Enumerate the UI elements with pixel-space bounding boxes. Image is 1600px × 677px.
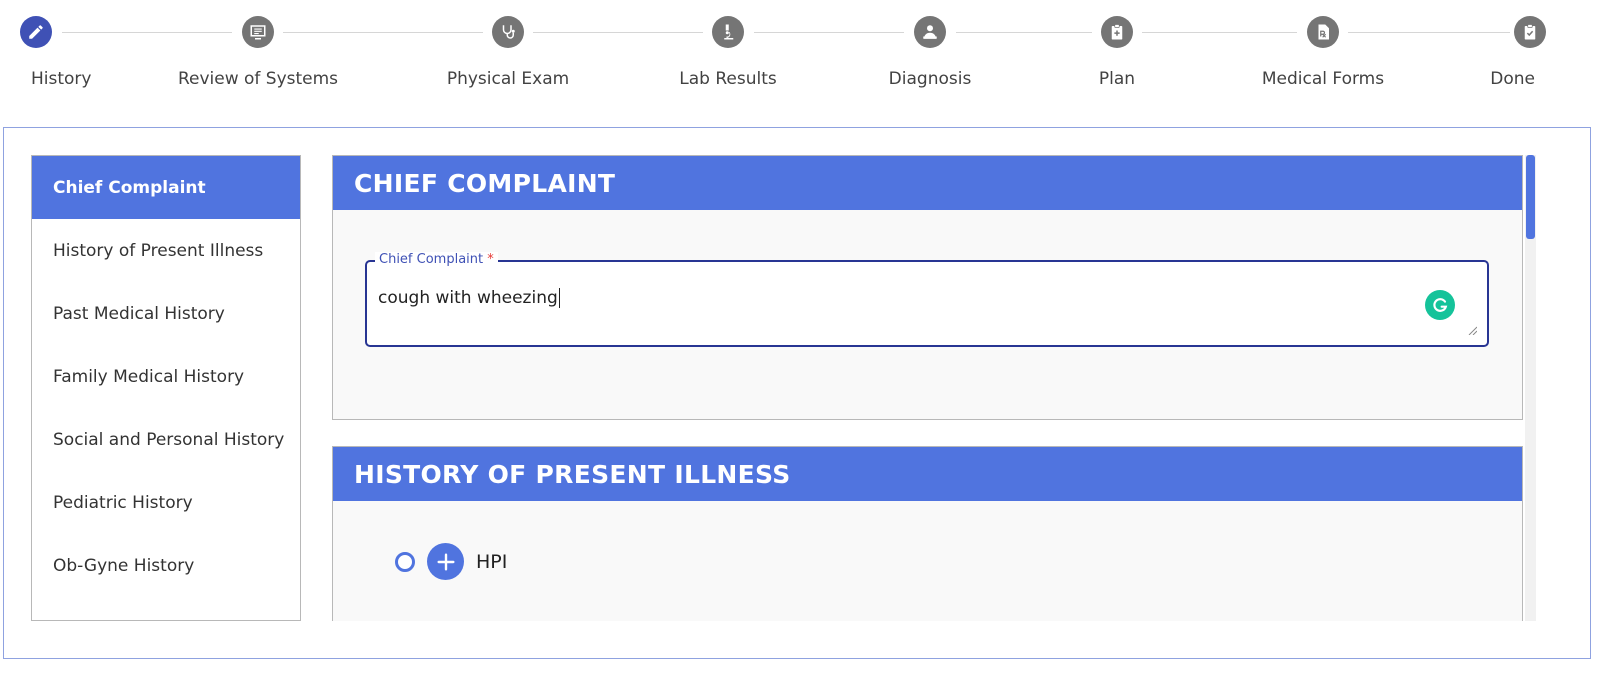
- pencil-icon: [29, 25, 43, 39]
- doctor-icon: [923, 25, 937, 39]
- chief-complaint-section: CHIEF COMPLAINT Chief Complaint * cough …: [332, 155, 1523, 420]
- step-circle[interactable]: [242, 16, 274, 48]
- step-circle[interactable]: [1514, 16, 1546, 48]
- step-circle[interactable]: [20, 16, 52, 48]
- field-value-text: cough with wheezing: [378, 288, 558, 308]
- sidebar-item-social-and-personal-history[interactable]: Social and Personal History: [32, 408, 300, 471]
- step-plan[interactable]: Plan: [1017, 16, 1217, 89]
- step-circle[interactable]: [712, 16, 744, 48]
- field-label-text: Chief Complaint: [379, 252, 484, 267]
- step-label: Lab Results: [679, 69, 777, 89]
- step-physical-exam[interactable]: Physical Exam: [408, 16, 608, 89]
- text-caret: [558, 288, 560, 308]
- step-label: Done: [1490, 69, 1535, 89]
- hpi-row: HPI: [395, 543, 507, 580]
- step-label: Physical Exam: [446, 69, 570, 89]
- step-label: History: [31, 69, 92, 89]
- clipboard-plus-icon: [1111, 24, 1123, 40]
- microscope-icon: [724, 24, 734, 40]
- step-lab-results[interactable]: Lab Results: [628, 16, 828, 89]
- step-circle[interactable]: [492, 16, 524, 48]
- hpi-label: HPI: [476, 550, 508, 573]
- step-history[interactable]: History: [0, 16, 136, 89]
- history-of-present-illness-section: HISTORY OF PRESENT ILLNESS HPI: [332, 446, 1523, 621]
- sidebar-item-history-of-present-illness[interactable]: History of Present Illness: [32, 219, 300, 282]
- add-hpi-button[interactable]: [427, 543, 464, 580]
- step-label: Plan: [1098, 69, 1136, 89]
- stepper: History Review of Systems Physical Exam …: [0, 0, 1600, 110]
- sidebar-item-family-medical-history[interactable]: Family Medical History: [32, 345, 300, 408]
- step-label: Review of Systems: [177, 69, 339, 89]
- scrollbar-thumb[interactable]: [1526, 155, 1535, 239]
- prescription-icon: [1318, 24, 1329, 40]
- step-circle[interactable]: [914, 16, 946, 48]
- step-review-of-systems[interactable]: Review of Systems: [158, 16, 358, 89]
- stethoscope-icon: [502, 25, 515, 39]
- step-diagnosis[interactable]: Diagnosis: [830, 16, 1030, 89]
- section-title: CHIEF COMPLAINT: [333, 156, 1522, 210]
- step-label: Diagnosis: [888, 69, 972, 89]
- clipboard-check-icon: [1524, 24, 1536, 40]
- chief-complaint-textarea[interactable]: Chief Complaint * cough with wheezing: [365, 252, 1489, 347]
- scrollbar[interactable]: [1525, 155, 1536, 621]
- sidebar-item-pediatric-history[interactable]: Pediatric History: [32, 471, 300, 534]
- field-value[interactable]: cough with wheezing: [378, 288, 560, 308]
- step-done[interactable]: Done: [1430, 16, 1600, 89]
- required-mark: *: [487, 252, 494, 267]
- sidebar-item-ob-gyne-history[interactable]: Ob-Gyne History: [32, 534, 300, 597]
- sidebar-item-chief-complaint[interactable]: Chief Complaint: [32, 156, 300, 219]
- step-label: Medical Forms: [1261, 69, 1385, 89]
- hpi-radio[interactable]: [395, 551, 415, 572]
- step-medical-forms[interactable]: Medical Forms: [1223, 16, 1423, 89]
- step-circle[interactable]: [1307, 16, 1339, 48]
- content-area: CHIEF COMPLAINT Chief Complaint * cough …: [332, 155, 1556, 621]
- plus-icon: [436, 552, 455, 571]
- field-label: Chief Complaint *: [375, 252, 498, 267]
- monitor-icon: [250, 25, 266, 40]
- section-title: HISTORY OF PRESENT ILLNESS: [333, 447, 1522, 501]
- grammarly-g-icon: [1433, 298, 1448, 312]
- grammarly-icon[interactable]: [1425, 290, 1455, 320]
- resize-handle-icon[interactable]: [1467, 325, 1477, 335]
- history-panel: Chief Complaint History of Present Illne…: [3, 127, 1591, 659]
- sidebar: Chief Complaint History of Present Illne…: [31, 155, 301, 621]
- step-circle[interactable]: [1101, 16, 1133, 48]
- sidebar-item-past-medical-history[interactable]: Past Medical History: [32, 282, 300, 345]
